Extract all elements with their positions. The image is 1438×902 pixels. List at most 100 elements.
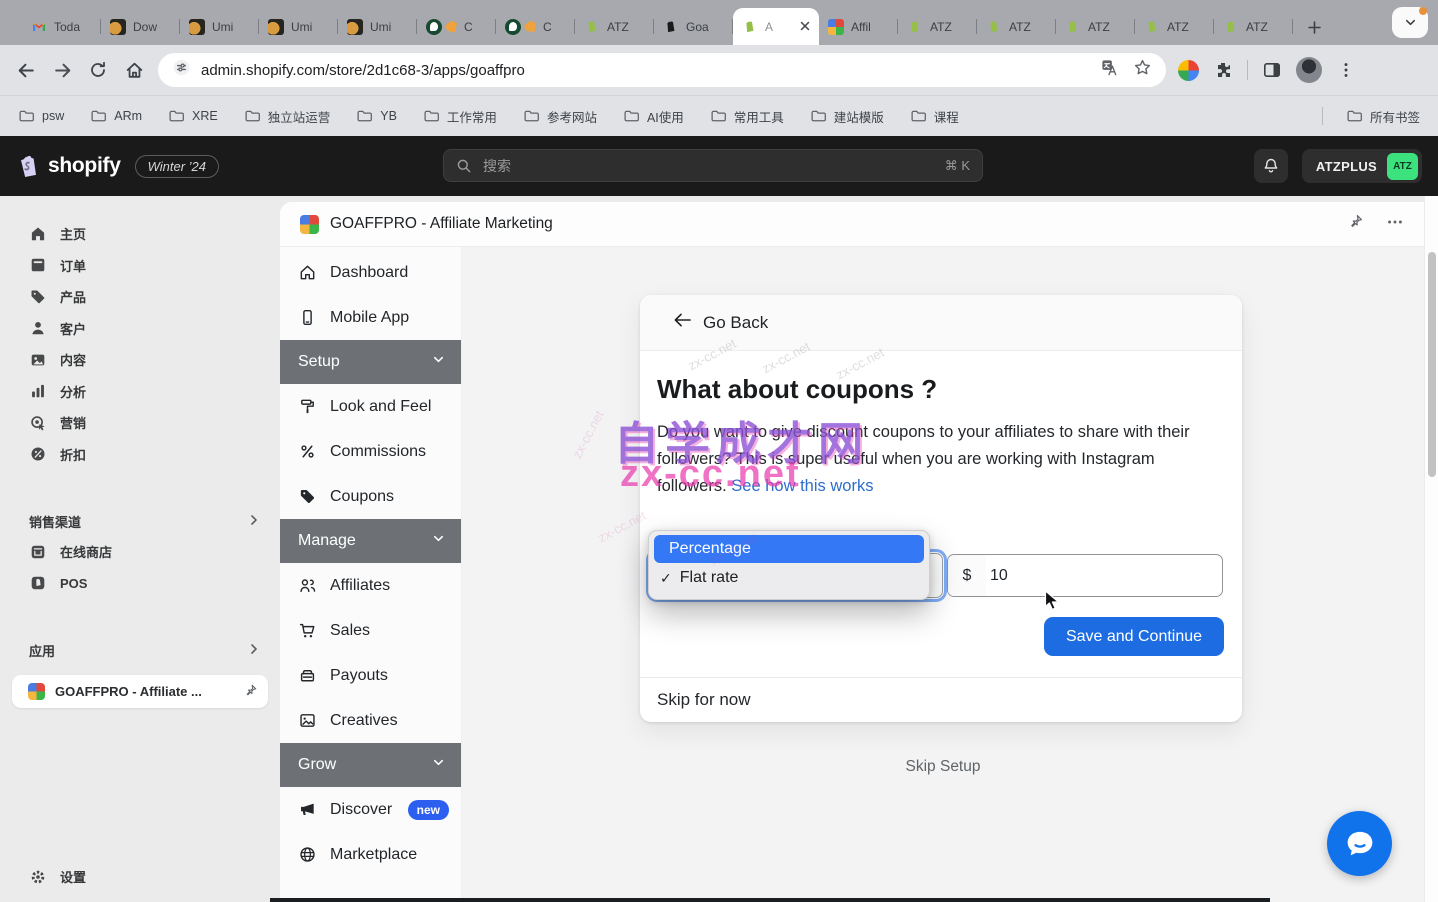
sidebar-item-goaffpro-app[interactable]: GOAFFPRO - Affiliate ...: [12, 675, 268, 708]
browser-tab[interactable]: ATZ: [575, 8, 654, 45]
nav-item-creatives[interactable]: Creatives: [280, 698, 461, 743]
notifications-button[interactable]: [1254, 149, 1288, 183]
browser-menu-kebab-icon[interactable]: [1334, 58, 1358, 82]
cash-icon: [298, 666, 317, 685]
bookmark-folder[interactable]: 常用工具: [710, 107, 784, 126]
pin-icon[interactable]: [243, 683, 258, 701]
bookmark-folder[interactable]: 独立站运营: [244, 107, 331, 126]
browser-tab[interactable]: Goa: [654, 8, 733, 45]
nav-item-dashboard[interactable]: Dashboard: [280, 250, 461, 295]
nav-item-sales[interactable]: Sales: [280, 608, 461, 653]
support-chat-button[interactable]: [1327, 811, 1392, 876]
bookmark-folder[interactable]: 课程: [910, 107, 959, 126]
picture-icon: [298, 711, 317, 730]
browser-tab[interactable]: ATZ: [1135, 8, 1214, 45]
browser-tab[interactable]: ATZ: [1214, 8, 1293, 45]
bookmark-folder[interactable]: 建站模版: [810, 107, 884, 126]
tab-search-chevron-button[interactable]: [1392, 7, 1428, 38]
sidebar-item-discounts[interactable]: 折扣: [0, 439, 280, 471]
apps-section[interactable]: 应用: [0, 635, 280, 665]
save-and-continue-button[interactable]: Save and Continue: [1044, 617, 1224, 656]
new-tab-button[interactable]: [1299, 12, 1329, 42]
sidebar-item-settings[interactable]: 设置: [0, 867, 280, 886]
nav-item-marketplace[interactable]: Marketplace: [280, 832, 461, 877]
bookmark-folder[interactable]: AI使用: [623, 107, 684, 126]
browser-tab[interactable]: Dow: [101, 8, 180, 45]
bookmark-folder[interactable]: YB: [356, 108, 397, 125]
dropdown-option-percentage[interactable]: Percentage: [654, 535, 924, 563]
coupon-amount-input[interactable]: [986, 567, 1222, 585]
browser-tab[interactable]: ATZ: [1056, 8, 1135, 45]
all-bookmarks-folder[interactable]: 所有书签: [1322, 107, 1420, 126]
browser-tab[interactable]: ATZ: [977, 8, 1056, 45]
coupon-amount-field[interactable]: $: [947, 554, 1223, 597]
bookmark-folder[interactable]: XRE: [168, 108, 218, 125]
sidebar-item-customers[interactable]: 客户: [0, 313, 280, 345]
back-button[interactable]: [14, 58, 38, 82]
reload-button[interactable]: [86, 58, 110, 82]
browser-tab[interactable]: Umi: [180, 8, 259, 45]
back-arrow-icon[interactable]: [673, 312, 692, 333]
nav-section-grow[interactable]: Grow: [280, 743, 461, 787]
bookmark-star-icon[interactable]: [1133, 58, 1152, 82]
side-panel-icon[interactable]: [1260, 58, 1284, 82]
scrollbar[interactable]: [1424, 196, 1438, 902]
account-menu[interactable]: ATZPLUS ATZ: [1302, 149, 1422, 183]
translate-icon[interactable]: [1100, 58, 1119, 82]
browser-tab[interactable]: ATZ: [898, 8, 977, 45]
home-button[interactable]: [122, 58, 146, 82]
bookmark-folder[interactable]: ARm: [90, 108, 142, 125]
browser-tab[interactable]: C: [417, 8, 496, 45]
scrollbar-thumb[interactable]: [1428, 252, 1436, 477]
go-back-button[interactable]: Go Back: [703, 313, 768, 333]
sidebar-item-analytics[interactable]: 分析: [0, 376, 280, 408]
nav-item-commissions[interactable]: Commissions: [280, 429, 461, 474]
nav-section-setup[interactable]: Setup: [280, 340, 461, 384]
nav-item-coupons[interactable]: Coupons: [280, 474, 461, 519]
profile-avatar[interactable]: [1296, 57, 1322, 83]
nav-section-manage[interactable]: Manage: [280, 519, 461, 563]
browser-tab-active[interactable]: A: [733, 8, 819, 45]
new-badge: new: [408, 800, 449, 820]
bookmark-folder[interactable]: psw: [18, 108, 64, 125]
target-cursor-icon: [29, 414, 47, 432]
search-input[interactable]: [481, 157, 936, 175]
extensions-puzzle-icon[interactable]: [1211, 58, 1235, 82]
extension-color-wheel-icon[interactable]: [1178, 60, 1199, 81]
browser-tab[interactable]: C: [496, 8, 575, 45]
see-how-this-works-link[interactable]: See how this works: [731, 477, 873, 495]
forward-button[interactable]: [50, 58, 74, 82]
shopify-topbar: shopify Winter ’24 ⌘ K ATZPLUS ATZ: [0, 136, 1438, 196]
pin-icon[interactable]: [1347, 213, 1364, 235]
browser-tab[interactable]: Umi: [259, 8, 338, 45]
bookmark-folder[interactable]: 参考网站: [523, 107, 597, 126]
sidebar-item-pos[interactable]: POS: [0, 568, 280, 600]
sales-channels-section[interactable]: 销售渠道: [0, 506, 280, 536]
sidebar-item-orders[interactable]: 订单: [0, 250, 280, 282]
nav-item-look-and-feel[interactable]: Look and Feel: [280, 384, 461, 429]
sidebar-item-content[interactable]: 内容: [0, 344, 280, 376]
person-icon: [29, 319, 47, 337]
dropdown-option-flat-rate[interactable]: ✓ Flat rate: [654, 563, 924, 593]
address-bar[interactable]: admin.shopify.com/store/2d1c68-3/apps/go…: [158, 53, 1166, 87]
bookmarks-bar: psw ARm XRE 独立站运营 YB 工作常用 参考网站 AI使用 常用工具…: [0, 95, 1438, 136]
close-tab-icon[interactable]: [800, 18, 810, 36]
browser-tab[interactable]: Umi: [338, 8, 417, 45]
shopify-logo[interactable]: shopify: [16, 152, 121, 180]
sidebar-item-marketing[interactable]: 营销: [0, 407, 280, 439]
admin-search-bar[interactable]: ⌘ K: [443, 149, 983, 182]
nav-item-affiliates[interactable]: Affiliates: [280, 563, 461, 608]
app-menu-meatballs-icon[interactable]: [1386, 213, 1404, 236]
skip-setup-button[interactable]: Skip Setup: [462, 758, 1424, 776]
sidebar-item-products[interactable]: 产品: [0, 281, 280, 313]
site-info-icon[interactable]: [172, 58, 191, 82]
bookmark-folder[interactable]: 工作常用: [423, 107, 497, 126]
nav-item-payouts[interactable]: Payouts: [280, 653, 461, 698]
nav-item-discover[interactable]: Discover new: [280, 787, 461, 832]
browser-tab[interactable]: Affil: [819, 8, 898, 45]
browser-tab[interactable]: Toda: [22, 8, 101, 45]
nav-item-mobile-app[interactable]: Mobile App: [280, 295, 461, 340]
sidebar-item-home[interactable]: 主页: [0, 218, 280, 250]
skip-for-now-button[interactable]: Skip for now: [657, 690, 751, 710]
sidebar-item-online-store[interactable]: 在线商店: [0, 536, 280, 568]
